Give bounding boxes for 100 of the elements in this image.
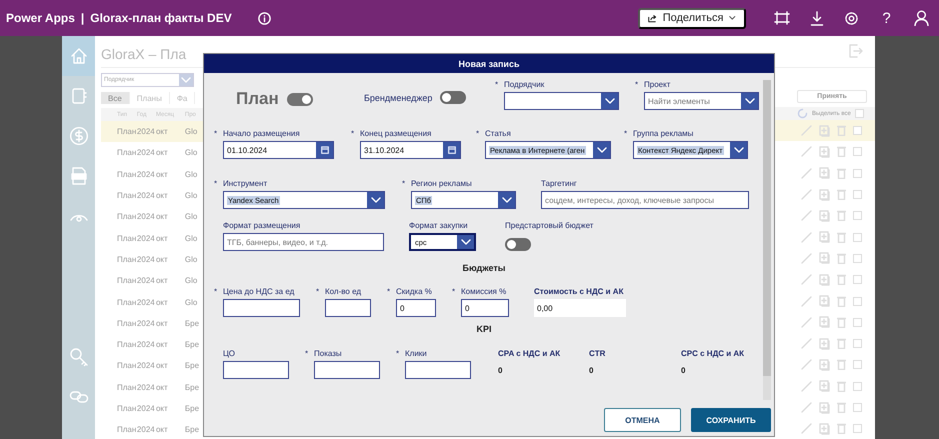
filter-tab[interactable]: Все — [101, 92, 130, 104]
checkbox[interactable] — [853, 339, 862, 348]
checkbox[interactable] — [853, 232, 862, 242]
date-field[interactable]: 01.10.2024 — [223, 141, 334, 159]
table-cell-text: окт — [156, 298, 169, 307]
copy-add-icon — [819, 146, 830, 158]
table-row[interactable]: План2024окт Glo — [101, 121, 203, 142]
help-button[interactable]: ? — [869, 10, 904, 26]
table-cell-text: План — [116, 191, 137, 200]
table-row[interactable]: План2024окт Glo — [101, 248, 203, 270]
key-icon — [68, 347, 88, 367]
metric-label: CPA с НДС и АК — [498, 348, 560, 360]
table-cell: 2024 — [136, 276, 156, 286]
pencil-icon — [801, 232, 812, 243]
field-label: Формат закупки — [409, 220, 468, 232]
pencil-icon — [801, 316, 812, 328]
link-icon — [68, 389, 88, 405]
checkbox[interactable] — [853, 275, 862, 284]
toggle-switch[interactable] — [286, 92, 313, 106]
pencil-icon — [801, 210, 812, 222]
table-row[interactable]: План2024окт Glo — [101, 142, 203, 164]
table-cell-text: План — [116, 170, 137, 179]
table-row[interactable]: План2024окт Бре — [101, 334, 203, 356]
fit-screen-icon — [774, 11, 790, 25]
nav-item[interactable] — [62, 36, 95, 76]
input-field[interactable] — [325, 299, 371, 317]
table-row[interactable]: План2024окт Бре — [101, 355, 203, 377]
input-field[interactable] — [223, 299, 300, 317]
share-button[interactable]: Поделиться — [638, 8, 746, 28]
checkbox[interactable] — [853, 296, 862, 306]
copy-add-icon — [819, 124, 830, 137]
checkbox[interactable] — [853, 424, 862, 434]
checkbox[interactable] — [853, 382, 862, 391]
checkbox[interactable] — [853, 168, 862, 178]
table-cell-text: План — [116, 361, 137, 370]
table-row[interactable]: План2024окт Glo — [101, 184, 203, 206]
checkbox[interactable] — [853, 254, 862, 263]
table-row[interactable]: План2024окт Бре — [101, 376, 203, 398]
table-cell-text: окт — [156, 191, 169, 200]
input-field[interactable] — [314, 361, 380, 379]
dropdown-field[interactable] — [504, 92, 619, 110]
checkbox[interactable] — [853, 126, 862, 136]
input-field[interactable]: 0 — [461, 299, 509, 317]
checkbox[interactable] — [853, 403, 862, 412]
toggle-switch[interactable] — [440, 91, 466, 104]
cancel-button[interactable]: ОТМЕНА — [604, 408, 681, 432]
dialog-title: Новая запись — [458, 58, 520, 68]
table-cell: 2024 — [136, 148, 156, 158]
pencil-icon — [801, 146, 812, 158]
checkbox[interactable] — [853, 360, 862, 370]
chevron-down-icon — [460, 239, 470, 245]
table-cell-text: окт — [156, 340, 169, 350]
input-field[interactable] — [405, 361, 471, 379]
checkbox[interactable] — [853, 190, 862, 200]
scrollbar[interactable] — [763, 80, 771, 400]
table-cell-text: Glo — [184, 170, 198, 179]
logout-icon — [849, 44, 863, 58]
metric-label: CTR — [589, 348, 606, 360]
required-mark: * — [214, 128, 218, 140]
table-row[interactable]: План2024окт Glo — [101, 227, 203, 249]
input-field[interactable]: соцдем, интересы, доход, ключевые запросы — [541, 191, 749, 209]
table-row[interactable]: План2024окт Glo — [101, 206, 203, 228]
table-row[interactable]: План2024окт Glo — [101, 164, 203, 185]
toggle-switch[interactable] — [505, 238, 531, 251]
section-heading: Бюджеты — [462, 263, 506, 273]
product-name: Power Apps — [6, 11, 75, 25]
required-mark: * — [452, 286, 456, 298]
required-mark: * — [214, 178, 218, 190]
table-cell: 2024 — [136, 191, 156, 200]
required-mark: * — [387, 286, 392, 298]
copy-add-icon — [819, 402, 830, 414]
trash-icon — [837, 210, 846, 222]
share-icon — [648, 12, 657, 24]
checkbox[interactable] — [853, 147, 862, 156]
table-cell-text: окт — [156, 361, 169, 370]
trash-icon — [837, 380, 846, 392]
checkbox[interactable] — [854, 109, 864, 118]
table-row[interactable]: План2024окт Бре — [101, 312, 203, 334]
checkbox[interactable] — [853, 211, 862, 220]
metric-value: 0 — [498, 366, 504, 375]
checkbox[interactable] — [853, 318, 862, 327]
input-field[interactable] — [223, 361, 289, 379]
dropdown-field[interactable]: Найти элементы — [644, 92, 759, 110]
field-label: Комиссия % — [461, 286, 506, 298]
table-row[interactable]: План2024окт Glo — [101, 291, 203, 313]
field-label: Показы — [314, 348, 342, 360]
input-field[interactable]: 0 — [396, 299, 436, 317]
table-row[interactable]: План2024окт Бре — [101, 419, 203, 439]
date-field[interactable]: 31.10.2024 — [360, 141, 461, 159]
metric-value: 0 — [589, 366, 594, 375]
table-row[interactable]: План2024окт Бре — [101, 398, 203, 420]
table-cell-text: окт — [156, 254, 169, 264]
field-label: Инструмент — [223, 178, 268, 190]
required-mark: * — [624, 128, 628, 140]
save-button[interactable]: СОХРАНИТЬ — [691, 408, 771, 432]
chevron-down-icon — [596, 147, 606, 153]
input-field[interactable]: ТГБ, баннеры, видео, и т.д. — [223, 233, 384, 251]
field-label: Таргетинг — [541, 178, 577, 190]
table-row[interactable]: План2024окт Glo — [101, 270, 203, 292]
field-label: ЦО — [223, 348, 235, 360]
